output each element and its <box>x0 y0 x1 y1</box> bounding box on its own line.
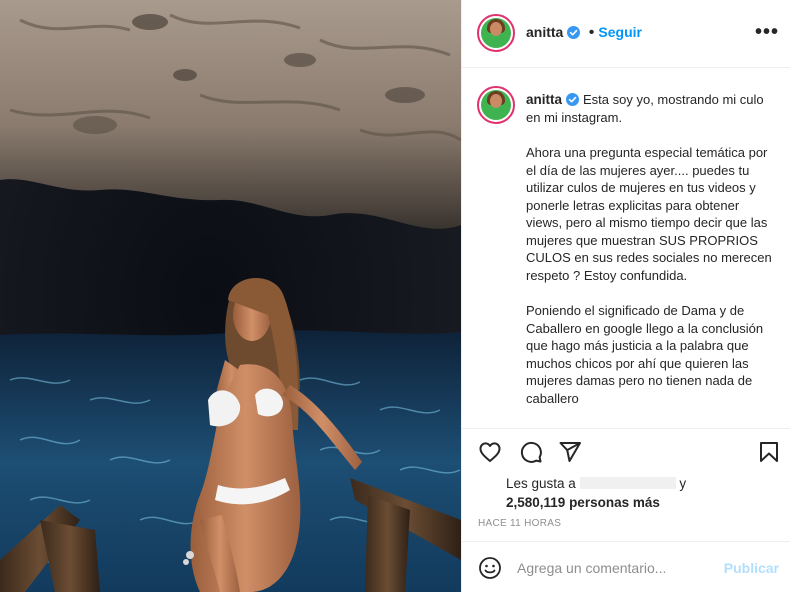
comment-icon[interactable] <box>519 440 543 464</box>
caption-scroll-area[interactable]: anitta Esta soy yo, mostrando mi culo en … <box>462 68 790 428</box>
liker-name-blurred <box>579 477 676 489</box>
caption-avatar[interactable] <box>477 86 515 124</box>
likes-count[interactable]: 2,580,119 personas más <box>506 493 686 512</box>
caption-paragraph-2: Ahora una pregunta especial temática por… <box>526 145 772 283</box>
likes-prefix: Les gusta a <box>506 476 576 491</box>
post-photo[interactable] <box>0 0 461 592</box>
likes-summary[interactable]: Les gusta a y 2,580,119 personas más <box>506 474 686 512</box>
caption-username[interactable]: anitta <box>526 92 562 107</box>
verified-badge-icon <box>567 26 581 39</box>
verified-badge-icon <box>566 93 580 106</box>
post-header: anitta • Seguir ••• <box>462 0 790 68</box>
more-options-icon[interactable]: ••• <box>755 22 779 42</box>
caption: anitta Esta soy yo, mostrando mi culo en … <box>526 91 776 425</box>
caption-paragraph-3: Poniendo el significado de Dama y de Cab… <box>526 303 764 406</box>
bookmark-icon[interactable] <box>757 440 781 464</box>
likes-line-1: Les gusta a y <box>506 474 686 493</box>
caption-paragraph-1: anitta Esta soy yo, mostrando mi culo en … <box>526 91 776 126</box>
publish-button[interactable]: Publicar <box>724 560 779 576</box>
likes-conjunction: y <box>679 476 687 491</box>
follow-button[interactable]: Seguir <box>598 24 642 40</box>
separator-dot: • <box>588 24 595 41</box>
comment-bar: Agrega un comentario... Publicar <box>462 541 790 593</box>
emoji-icon[interactable] <box>478 556 502 580</box>
comment-input[interactable]: Agrega un comentario... <box>517 560 666 576</box>
post-side-panel: anitta • Seguir ••• anitta Esta soy yo, mo… <box>461 0 790 592</box>
post-image <box>0 0 461 592</box>
share-icon[interactable] <box>558 440 582 464</box>
heart-icon[interactable] <box>478 440 502 464</box>
post-actions <box>462 428 790 473</box>
post-timestamp[interactable]: Hace 11 horas <box>478 518 561 529</box>
avatar[interactable] <box>477 14 515 52</box>
username-link[interactable]: anitta <box>526 24 563 40</box>
